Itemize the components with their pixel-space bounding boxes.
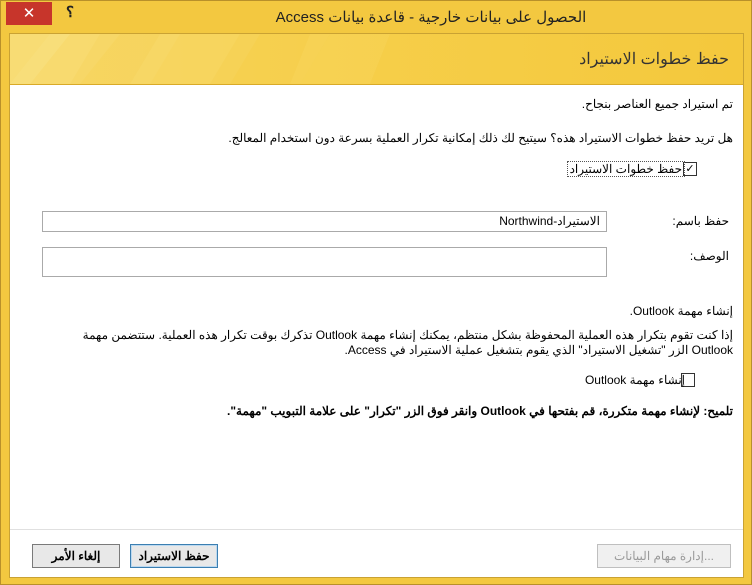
check-icon: ✓ xyxy=(685,163,695,175)
save-as-label: حفظ باسم: xyxy=(672,214,729,228)
dialog-content: حفظ خطوات الاستيراد تم استيراد جميع العن… xyxy=(9,33,744,578)
help-icon: ؟ xyxy=(66,4,74,21)
outlook-section-title: إنشاء مهمة Outlook. xyxy=(629,304,733,318)
footer-divider xyxy=(10,529,743,530)
save-steps-checkbox[interactable]: ✓ xyxy=(683,162,697,176)
header-banner: حفظ خطوات الاستيراد xyxy=(10,34,743,85)
close-button[interactable]: ✕ xyxy=(6,2,52,25)
manage-data-tasks-button[interactable]: إدارة مهام البيانات... xyxy=(597,544,731,568)
description-label: الوصف: xyxy=(689,249,729,263)
banner-title: حفظ خطوات الاستيراد xyxy=(579,51,729,68)
save-question: هل تريد حفظ خطوات الاستيراد هذه؟ سيتيح ل… xyxy=(228,131,733,145)
help-button[interactable]: ؟ xyxy=(61,4,79,22)
success-message: تم استيراد جميع العناصر بنجاح. xyxy=(581,97,733,111)
save-as-input[interactable]: الاستيراد-Northwind xyxy=(42,211,607,232)
title-bar: ✕ ؟ الحصول على بيانات خارجية - قاعدة بيا… xyxy=(1,1,751,33)
save-steps-label[interactable]: حفظ خطوات الاستيراد xyxy=(566,161,685,177)
window-title: الحصول على بيانات خارجية - قاعدة بيانات … xyxy=(275,9,587,26)
description-input[interactable] xyxy=(42,247,607,277)
save-import-button[interactable]: حفظ الاستيراد xyxy=(130,544,218,568)
dialog-window: ✕ ؟ الحصول على بيانات خارجية - قاعدة بيا… xyxy=(0,0,752,585)
cancel-button[interactable]: إلغاء الأمر xyxy=(32,544,120,568)
outlook-info: إذا كنت تقوم بتكرار هذه العملية المحفوظة… xyxy=(82,328,733,357)
close-icon: ✕ xyxy=(22,5,36,22)
create-outlook-task-label[interactable]: إنشاء مهمة Outlook xyxy=(585,373,685,387)
outlook-tip: تلميح: لإنشاء مهمة متكررة، قم بفتحها في … xyxy=(227,404,733,418)
